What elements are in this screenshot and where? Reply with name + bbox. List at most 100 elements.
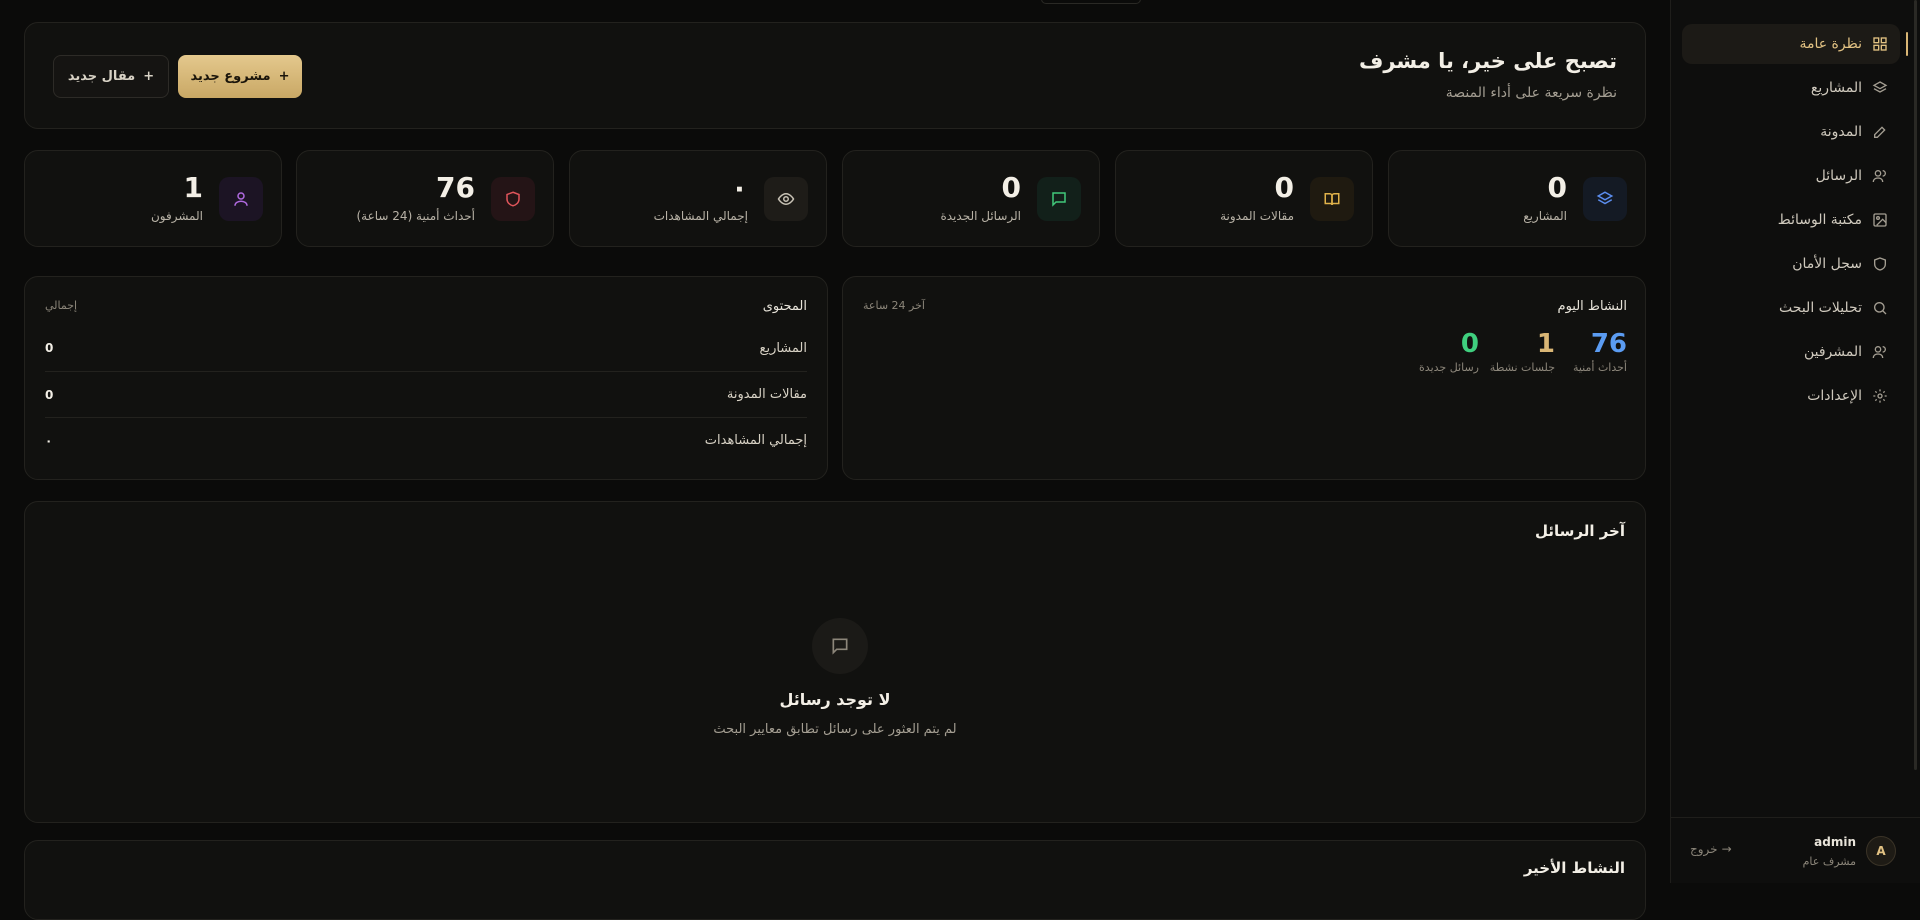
messages-title: آخر الرسائل [1534, 522, 1625, 540]
content-row-value: 0 [45, 387, 54, 402]
logout-label: خروج [1690, 842, 1718, 856]
activity-period: آخر 24 ساعة [863, 299, 925, 312]
sidebar-scrollbar[interactable] [1914, 0, 1917, 770]
metric-label: جلسات نشطة [1489, 361, 1555, 374]
stat-icon-box [219, 177, 263, 221]
content-total-header: إجمالي [45, 299, 78, 312]
metric-value: 0 [1460, 329, 1479, 359]
sidebar-item-admins[interactable]: المشرفين [1682, 332, 1900, 372]
content-title: المحتوى [762, 299, 807, 314]
stat-card-blog[interactable]: 0 مقالات المدونة [1115, 150, 1373, 247]
shield-icon [506, 191, 520, 207]
activity-today-card: النشاط اليوم آخر 24 ساعة 76 أحداث أمنية … [842, 276, 1646, 480]
sidebar-item-label: الرسائل [1815, 168, 1862, 184]
stat-label: أحداث أمنية (24 ساعة) [356, 209, 475, 223]
sidebar-item-label: مكتبة الوسائط [1777, 212, 1862, 228]
users-icon [1872, 170, 1886, 183]
stat-icon-box [1583, 177, 1627, 221]
new-article-label: مقال جديد [67, 69, 136, 84]
logout-icon: → [1721, 842, 1732, 856]
image-icon [1873, 213, 1887, 227]
sidebar-item-search-analytics[interactable]: تحليلات البحث [1682, 288, 1900, 328]
stat-label: إجمالي المشاهدات [653, 209, 748, 223]
new-project-button[interactable]: مشروع جديد + [178, 55, 302, 98]
users-icon [1872, 346, 1886, 359]
sidebar-item-label: الإعدادات [1807, 388, 1862, 404]
grid-icon [1873, 37, 1887, 51]
shield-icon [1874, 257, 1886, 271]
page-subtitle: نظرة سريعة على أداء المنصة [1445, 85, 1617, 101]
sidebar-item-label: تحليلات البحث [1779, 300, 1862, 316]
stat-label: مقالات المدونة [1220, 209, 1294, 223]
layers-icon [1596, 191, 1614, 205]
message-icon [812, 618, 868, 674]
pen-icon [1874, 126, 1886, 138]
metric-value: 76 [1590, 329, 1627, 359]
content-row-label: المشاريع [759, 340, 807, 356]
sidebar-item-label: المشاريع [1810, 80, 1862, 96]
sidebar-item-messages[interactable]: الرسائل [1682, 156, 1900, 196]
metric-active-sessions: 1 جلسات نشطة [1490, 329, 1555, 374]
top-handle [1041, 0, 1141, 4]
metric-value: 1 [1536, 329, 1555, 359]
recent-activity-card: النشاط الأخير [24, 840, 1646, 920]
stat-value: 0 [1547, 171, 1567, 204]
main-content: تصبح على خير، يا مشرف نظرة سريعة على أدا… [24, 0, 1646, 920]
sidebar-item-security[interactable]: سجل الأمان [1682, 244, 1900, 284]
layers-icon [1872, 81, 1888, 93]
sidebar-item-settings[interactable]: الإعدادات [1682, 376, 1900, 416]
message-icon [1052, 192, 1066, 207]
stat-card-views[interactable]: ٠ إجمالي المشاهدات [569, 150, 827, 247]
page-title: تصبح على خير، يا مشرف [1358, 49, 1617, 73]
sidebar-item-projects[interactable]: المشاريع [1682, 68, 1900, 108]
stat-label: المشاريع [1523, 209, 1567, 223]
logout-button[interactable]: خروج → [1690, 842, 1732, 856]
recent-activity-title: النشاط الأخير [1523, 859, 1625, 877]
sidebar-item-media[interactable]: مكتبة الوسائط [1682, 200, 1900, 240]
latest-messages-card: آخر الرسائل لا توجد رسائل لم يتم العثور … [24, 501, 1646, 823]
stat-card-admins[interactable]: 1 المشرفون [24, 150, 282, 247]
sidebar-item-label: المدونة [1820, 124, 1862, 140]
stat-value: 0 [1274, 171, 1294, 204]
stat-card-projects[interactable]: 0 المشاريع [1388, 150, 1646, 247]
stat-card-messages[interactable]: 0 الرسائل الجديدة [842, 150, 1100, 247]
content-summary-card: المحتوى إجمالي 0 المشاريع 0 مقالات المدو… [24, 276, 828, 480]
sidebar-item-overview[interactable]: نظرة عامة [1682, 24, 1908, 64]
metric-label: رسائل جديدة [1419, 361, 1479, 374]
eye-icon [777, 192, 795, 206]
stat-icon-box [1310, 177, 1354, 221]
content-row: ٠ إجمالي المشاهدات [45, 417, 807, 463]
new-article-button[interactable]: مقال جديد + [53, 55, 169, 98]
content-row: 0 مقالات المدونة [45, 371, 807, 417]
stat-value: 0 [1001, 171, 1021, 204]
user-icon [234, 192, 248, 206]
content-row-value: ٠ [45, 433, 53, 448]
content-row-value: 0 [45, 341, 54, 355]
empty-state-title: لا توجد رسائل [779, 690, 891, 709]
plus-icon: + [143, 69, 155, 84]
content-row-label: مقالات المدونة [726, 387, 807, 402]
sidebar-item-label: سجل الأمان [1792, 256, 1862, 272]
gear-icon [1873, 389, 1887, 403]
user-role: مشرف عام [1802, 855, 1856, 868]
sidebar-item-label: نظرة عامة [1799, 36, 1862, 52]
search-icon [1874, 302, 1887, 315]
activity-title: النشاط اليوم [1557, 299, 1627, 314]
new-project-label: مشروع جديد [190, 69, 271, 84]
stat-label: المشرفون [150, 209, 203, 223]
stat-label: الرسائل الجديدة [940, 209, 1021, 223]
sidebar-item-blog[interactable]: المدونة [1682, 112, 1900, 152]
stat-card-security[interactable]: 76 أحداث أمنية (24 ساعة) [296, 150, 554, 247]
avatar[interactable]: A [1866, 836, 1896, 866]
stat-icon-box [1037, 177, 1081, 221]
stat-value: 1 [183, 171, 203, 204]
sidebar: نظرة عامة المشاريع المدونة الرسائل مكتبة… [1670, 0, 1920, 883]
content-row-label: إجمالي المشاهدات [704, 433, 807, 448]
empty-state-subtitle: لم يتم العثور على رسائل تطابق معايير الب… [713, 722, 957, 737]
welcome-card: تصبح على خير، يا مشرف نظرة سريعة على أدا… [24, 22, 1646, 129]
stat-icon-box [491, 177, 535, 221]
book-icon [1324, 193, 1340, 206]
stat-icon-box [764, 177, 808, 221]
content-row: 0 المشاريع [45, 325, 807, 371]
sidebar-nav: نظرة عامة المشاريع المدونة الرسائل مكتبة… [1682, 24, 1908, 420]
